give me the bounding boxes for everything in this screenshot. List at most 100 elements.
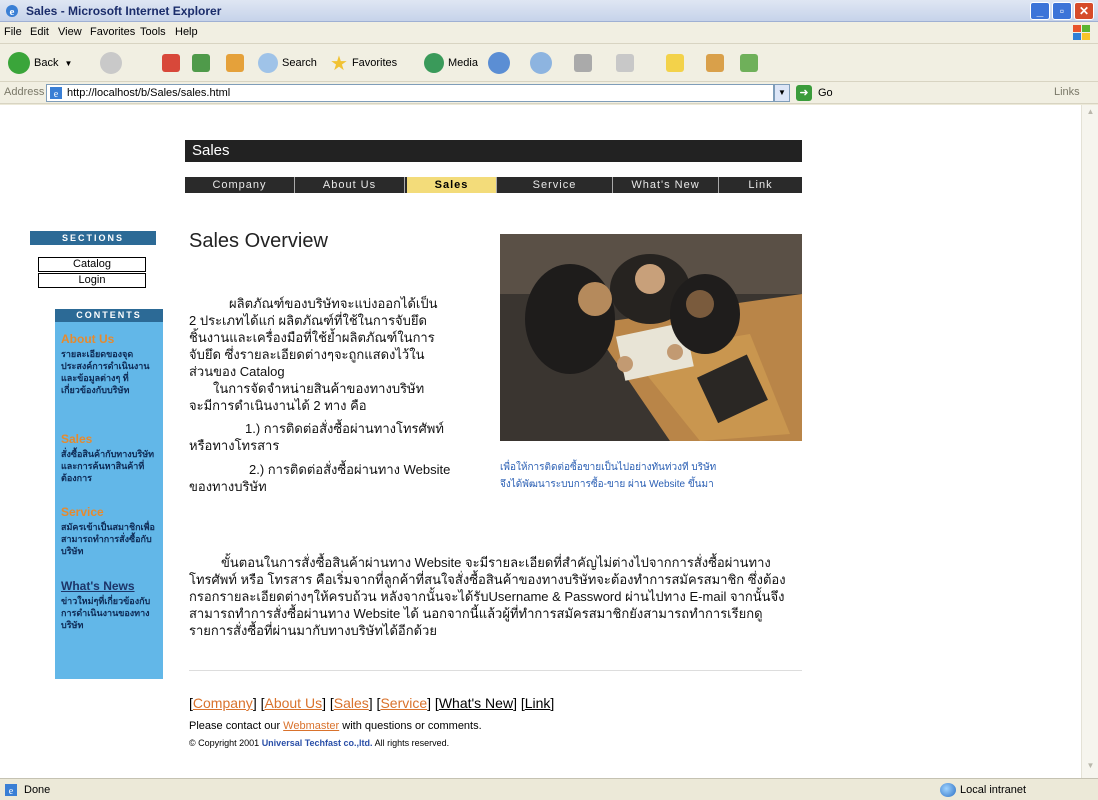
users-button[interactable] xyxy=(740,52,758,74)
status-text: Done xyxy=(24,784,51,796)
catalog-button[interactable]: Catalog xyxy=(38,257,146,272)
mail-icon xyxy=(530,52,552,74)
discuss-button[interactable] xyxy=(666,52,684,74)
edit-button[interactable] xyxy=(616,52,634,74)
intro-line: ผลิตภัณฑ์ของบริษัทจะแบ่งออกได้เป็น xyxy=(229,296,438,311)
messenger-button[interactable] xyxy=(706,52,724,74)
nav-about-us[interactable]: About Us xyxy=(295,177,405,193)
intro-line: 2 ประเภทได้แก่ ผลิตภัณฑ์ที่ใช้ในการจับยึ… xyxy=(189,313,427,328)
menu-edit[interactable]: Edit xyxy=(30,26,49,38)
footer-link-about-us[interactable]: About Us xyxy=(264,695,322,711)
menu-tools[interactable]: Tools xyxy=(140,26,166,38)
page-viewport: Sales Company About Us Sales Service Wha… xyxy=(0,105,1098,778)
back-dropdown-icon[interactable]: ▼ xyxy=(64,59,72,68)
menu-help[interactable]: Help xyxy=(175,26,198,38)
sidebar-sales-link[interactable]: Sales xyxy=(61,432,92,446)
menu-bar: File Edit View Favorites Tools Help xyxy=(0,22,1098,44)
address-input[interactable]: e http://localhost/b/Sales/sales.html xyxy=(46,84,774,102)
scroll-down-icon[interactable]: ▼ xyxy=(1084,761,1097,774)
stop-button[interactable] xyxy=(162,52,180,74)
menu-file[interactable]: File xyxy=(4,26,22,38)
intro-line: หรือทางโทรสาร xyxy=(189,438,280,453)
caption-line: เพื่อให้การติดต่อซื้อขายเป็นไปอย่างทันท่… xyxy=(500,462,717,473)
sidebar-whats-news-link[interactable]: What's News xyxy=(61,579,135,593)
contact-suffix: with questions or comments. xyxy=(339,720,482,732)
links-button[interactable]: Links xyxy=(1054,86,1080,98)
close-button[interactable]: ✕ xyxy=(1074,2,1094,20)
nav-link[interactable]: Link xyxy=(719,177,802,193)
contents-panel: About Us รายละเอียดของจุดประสงค์การดำเนิ… xyxy=(55,322,163,679)
go-button[interactable]: ➜ Go xyxy=(796,85,833,101)
favorites-button[interactable]: ★ Favorites xyxy=(330,52,397,75)
nav-service[interactable]: Service xyxy=(497,177,613,193)
vertical-scrollbar[interactable]: ▲ ▼ xyxy=(1081,105,1098,778)
forward-arrow-icon xyxy=(100,52,122,74)
nav-whats-new[interactable]: What's New xyxy=(613,177,719,193)
folder-icon xyxy=(666,54,684,72)
back-arrow-icon xyxy=(8,52,30,74)
print-button[interactable] xyxy=(574,52,592,74)
svg-text:e: e xyxy=(10,6,15,18)
photo-caption: เพื่อให้การติดต่อซื้อขายเป็นไปอย่างทันท่… xyxy=(500,459,800,493)
copyright-prefix: © Copyright 2001 xyxy=(189,738,262,748)
sidebar-about-us-desc: รายละเอียดของจุดประสงค์การดำเนินงานและข้… xyxy=(61,349,150,395)
local-intranet-icon xyxy=(940,783,956,797)
sidebar-service-link[interactable]: Service xyxy=(61,505,104,519)
footer-links: [Company] [About Us] [Sales] [Service] [… xyxy=(189,695,555,711)
stop-icon xyxy=(162,54,180,72)
media-label: Media xyxy=(448,57,478,69)
svg-text:e: e xyxy=(9,786,14,797)
footer-link-sales[interactable]: Sales xyxy=(334,695,369,711)
print-icon xyxy=(574,54,592,72)
login-button[interactable]: Login xyxy=(38,273,146,288)
contents-header: CONTENTS xyxy=(55,309,163,322)
copyright-suffix: All rights reserved. xyxy=(372,738,450,748)
footer-link-link[interactable]: Link xyxy=(525,695,551,711)
nav-company[interactable]: Company xyxy=(185,177,295,193)
messenger-icon xyxy=(706,54,724,72)
windows-logo-icon xyxy=(1073,25,1090,40)
menu-view[interactable]: View xyxy=(58,26,82,38)
go-label: Go xyxy=(818,87,833,99)
maximize-button[interactable]: ▫ xyxy=(1052,2,1072,20)
webmaster-link[interactable]: Webmaster xyxy=(283,720,339,732)
top-navigation: Company About Us Sales Service What's Ne… xyxy=(185,177,802,193)
search-button[interactable]: Search xyxy=(258,52,317,74)
minimize-button[interactable]: _ xyxy=(1030,2,1050,20)
media-button[interactable]: Media xyxy=(424,52,478,74)
address-dropdown-icon[interactable]: ▼ xyxy=(774,84,790,102)
security-zone: Local intranet xyxy=(960,784,1027,796)
home-button[interactable] xyxy=(226,52,244,74)
mail-button[interactable] xyxy=(530,52,552,74)
footer-link-service[interactable]: Service xyxy=(380,695,427,711)
menu-favorites[interactable]: Favorites xyxy=(90,26,135,38)
page-banner: Sales xyxy=(185,140,802,162)
scroll-up-icon[interactable]: ▲ xyxy=(1084,107,1097,120)
edit-icon xyxy=(616,54,634,72)
intro-line: จับยึด ซึ่งรายละเอียดต่างๆจะถูกแสดงไว้ใน xyxy=(189,347,425,362)
toolbar: Back ▼ Search ★ Favorites Media xyxy=(0,44,1098,82)
footer-link-company[interactable]: Company xyxy=(193,695,253,711)
footer-link-whats-new[interactable]: What's New xyxy=(439,695,513,711)
ordering-process-paragraph: ขั้นตอนในการสั่งซื้อสินค้าผ่านทาง Websit… xyxy=(189,555,786,638)
svg-text:e: e xyxy=(54,89,59,100)
window-title: Sales - Microsoft Internet Explorer xyxy=(26,4,222,18)
internet-explorer-icon: e xyxy=(6,5,18,18)
business-meeting-photo xyxy=(500,234,802,441)
footer-divider xyxy=(189,670,802,671)
history-button[interactable] xyxy=(488,52,510,74)
intro-line: ส่วนของ Catalog xyxy=(189,364,285,379)
nav-sales[interactable]: Sales xyxy=(407,177,497,193)
intro-line: ของทางบริษัท xyxy=(189,479,267,494)
sidebar-whats-news-desc: ข่าวใหม่ๆที่เกี่ยวข้องกับการดำเนินงานของ… xyxy=(61,596,151,630)
contact-line: Please contact our Webmaster with questi… xyxy=(189,720,482,732)
back-button[interactable]: Back ▼ xyxy=(8,52,72,74)
url-text: http://localhost/b/Sales/sales.html xyxy=(67,87,231,99)
forward-button[interactable] xyxy=(100,52,122,74)
caption-line: จึงได้พัฒนาระบบการซื้อ-ขาย ผ่าน Website … xyxy=(500,479,714,490)
refresh-button[interactable] xyxy=(192,52,210,74)
copyright-company: Universal Techfast co.,ltd. xyxy=(261,738,373,748)
home-icon xyxy=(226,54,244,72)
sidebar-sales-desc: สั่งซื้อสินค้ากับทางบริษัทและการค้นหาสิน… xyxy=(61,449,155,483)
sidebar-about-us-link[interactable]: About Us xyxy=(61,332,114,346)
